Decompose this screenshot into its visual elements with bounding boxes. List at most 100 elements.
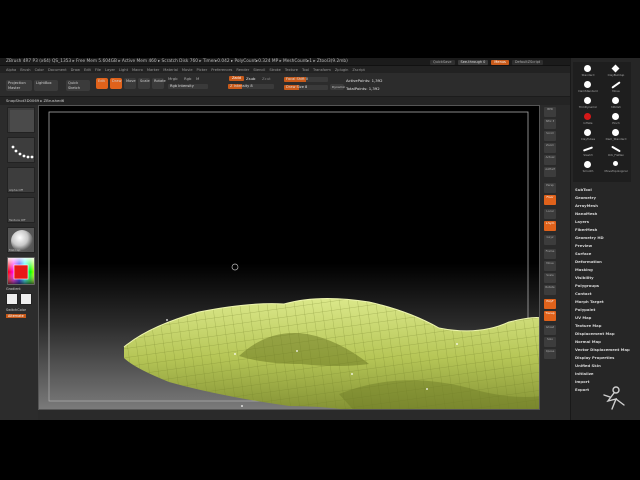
menu-arraymesh[interactable]: ArrayMesh (575, 202, 635, 210)
xpose-button[interactable]: Xpose (544, 349, 556, 359)
zoom-button[interactable]: Zoom (544, 143, 556, 153)
secondary-color-swatch[interactable] (20, 293, 32, 305)
scroll-button[interactable]: Scroll (544, 131, 556, 141)
quick-sketch-button[interactable]: Quick Sketch (66, 80, 90, 91)
menu-layer[interactable]: Layer (105, 68, 115, 72)
menu-movie[interactable]: Movie (182, 68, 193, 72)
menu-light[interactable]: Light (119, 68, 128, 72)
mrgb-toggle[interactable]: Mrgb (168, 76, 178, 81)
menu-layers[interactable]: Layers (575, 218, 635, 226)
polyf-button[interactable]: PolyF (544, 299, 556, 309)
brush-pinch[interactable]: Pinch (603, 112, 629, 126)
brush-move[interactable]: Move (603, 80, 629, 94)
lsym-button[interactable]: L.Sym (544, 221, 556, 231)
ghost-button[interactable]: Ghost (544, 325, 556, 335)
zsub-button[interactable]: Zsub (246, 76, 255, 81)
menu-color[interactable]: Color (35, 68, 44, 72)
menu-zplugin[interactable]: Zplugin (335, 68, 349, 72)
rgb-toggle[interactable]: Rgb (184, 76, 191, 81)
material-selector[interactable]: MatCap (7, 227, 35, 253)
rotate-view-button[interactable]: Rotate (544, 285, 556, 295)
stroke-selector[interactable] (7, 137, 35, 163)
switch-color-label[interactable]: SwitchColor (6, 308, 26, 312)
menu-texture[interactable]: Texture (285, 68, 298, 72)
focal-shift-slider[interactable]: Focal Shift 0 (284, 77, 328, 82)
brush-trimdynamic[interactable]: TrimDynamic (575, 96, 601, 110)
actual-button[interactable]: Actual (544, 155, 556, 165)
brush-claybuildup[interactable]: ClayBuildup (603, 64, 629, 78)
menu-geometry-hd[interactable]: Geometry HD (575, 234, 635, 242)
draw-size-slider[interactable]: Draw Size 8 (284, 85, 328, 90)
scale-view-button[interactable]: Scale (544, 273, 556, 283)
gxyz-button[interactable]: Gxyz (544, 235, 556, 245)
gradient-label[interactable]: Gradient (6, 287, 21, 291)
menu-alpha[interactable]: Alpha (6, 68, 16, 72)
quicksave-button[interactable]: QuickSave (430, 59, 455, 65)
menu-polygroups[interactable]: Polygroups (575, 282, 635, 290)
menu-macro[interactable]: Macro (132, 68, 143, 72)
default-zscript-button[interactable]: DefaultZScript (511, 59, 544, 65)
menu-normal-map[interactable]: Normal Map (575, 338, 635, 346)
projection-master-button[interactable]: Projection Master (6, 80, 32, 91)
menus-button[interactable]: Menus (491, 59, 509, 65)
menu-displacement-map[interactable]: Displacement Map (575, 330, 635, 338)
menu-texture-map[interactable]: Texture Map (575, 322, 635, 330)
m-toggle[interactable]: M (196, 76, 199, 81)
menu-geometry[interactable]: Geometry (575, 194, 635, 202)
menu-visibility[interactable]: Visibility (575, 274, 635, 282)
lightbox-button[interactable]: LightBox (34, 80, 58, 91)
draw-button[interactable]: Draw (110, 78, 122, 89)
brush-orb-flatten[interactable]: Orb_Flatten (603, 144, 629, 158)
move-view-button[interactable]: Move (544, 261, 556, 271)
floor-button[interactable]: Floor (544, 195, 556, 205)
see-through-slider[interactable]: See-through 0 (457, 59, 489, 65)
rgb-intensity-slider[interactable]: Rgb Intensity (168, 84, 208, 89)
alpha-selector[interactable]: Alpha Off (7, 167, 35, 193)
z-intensity-slider[interactable]: Z Intensity 8 (228, 84, 274, 89)
menu-document[interactable]: Document (48, 68, 67, 72)
menu-contact[interactable]: Contact (575, 290, 635, 298)
menu-deformation[interactable]: Deformation (575, 258, 635, 266)
alternate-button[interactable]: Alternate (6, 314, 26, 318)
menu-display-properties[interactable]: Display Properties (575, 354, 635, 362)
zadd-button[interactable]: Zadd (229, 76, 244, 81)
brush-standard[interactable]: Standard (575, 64, 601, 78)
menu-material[interactable]: Material (163, 68, 178, 72)
move-button[interactable]: Move (124, 78, 136, 89)
brush-hpolish[interactable]: hPolish (603, 96, 629, 110)
brush-dam-standard-2[interactable]: Dam_Standard (603, 128, 629, 142)
menu-tool[interactable]: Tool (302, 68, 309, 72)
brush-movetopological[interactable]: MoveTopological (603, 160, 629, 174)
menu-edit[interactable]: Edit (84, 68, 91, 72)
edit-button[interactable]: Edit (96, 78, 108, 89)
scale-button[interactable]: Scale (138, 78, 150, 89)
color-picker[interactable] (7, 257, 35, 285)
menu-morph-target[interactable]: Morph Target (575, 298, 635, 306)
brush-inflate[interactable]: Inflate (575, 112, 601, 126)
menu-transform[interactable]: Transform (313, 68, 331, 72)
local-button[interactable]: Local (544, 209, 556, 219)
brush-damstandard[interactable]: DamStandard (575, 80, 601, 94)
brush-claytubes[interactable]: ClayTubes (575, 128, 601, 142)
menu-render[interactable]: Render (236, 68, 249, 72)
transp-button[interactable]: Transp (544, 311, 556, 321)
brush-smooth[interactable]: Smooth (575, 160, 601, 174)
menu-polypaint[interactable]: Polypaint (575, 306, 635, 314)
texture-selector[interactable]: Texture Off (7, 197, 35, 223)
zcut-button[interactable]: Zcut (262, 76, 271, 81)
solo-button[interactable]: Solo (544, 337, 556, 347)
menu-fibermesh[interactable]: FiberMesh (575, 226, 635, 234)
menu-preferences[interactable]: Preferences (211, 68, 232, 72)
menu-brush[interactable]: Brush (20, 68, 30, 72)
persp-button[interactable]: Persp (544, 183, 556, 193)
menu-file[interactable]: File (95, 68, 101, 72)
menu-vector-displacement-map[interactable]: Vector Displacement Map (575, 346, 635, 354)
bpr-button[interactable]: BPR (544, 107, 556, 117)
menu-draw[interactable]: Draw (71, 68, 80, 72)
menu-subtool[interactable]: SubTool (575, 186, 635, 194)
menu-nanomesh[interactable]: NanoMesh (575, 210, 635, 218)
aahalf-button[interactable]: AAHalf (544, 167, 556, 177)
brush-selector[interactable] (7, 107, 35, 133)
menu-preview[interactable]: Preview (575, 242, 635, 250)
dynamic-button[interactable]: Dynamic (330, 84, 345, 90)
